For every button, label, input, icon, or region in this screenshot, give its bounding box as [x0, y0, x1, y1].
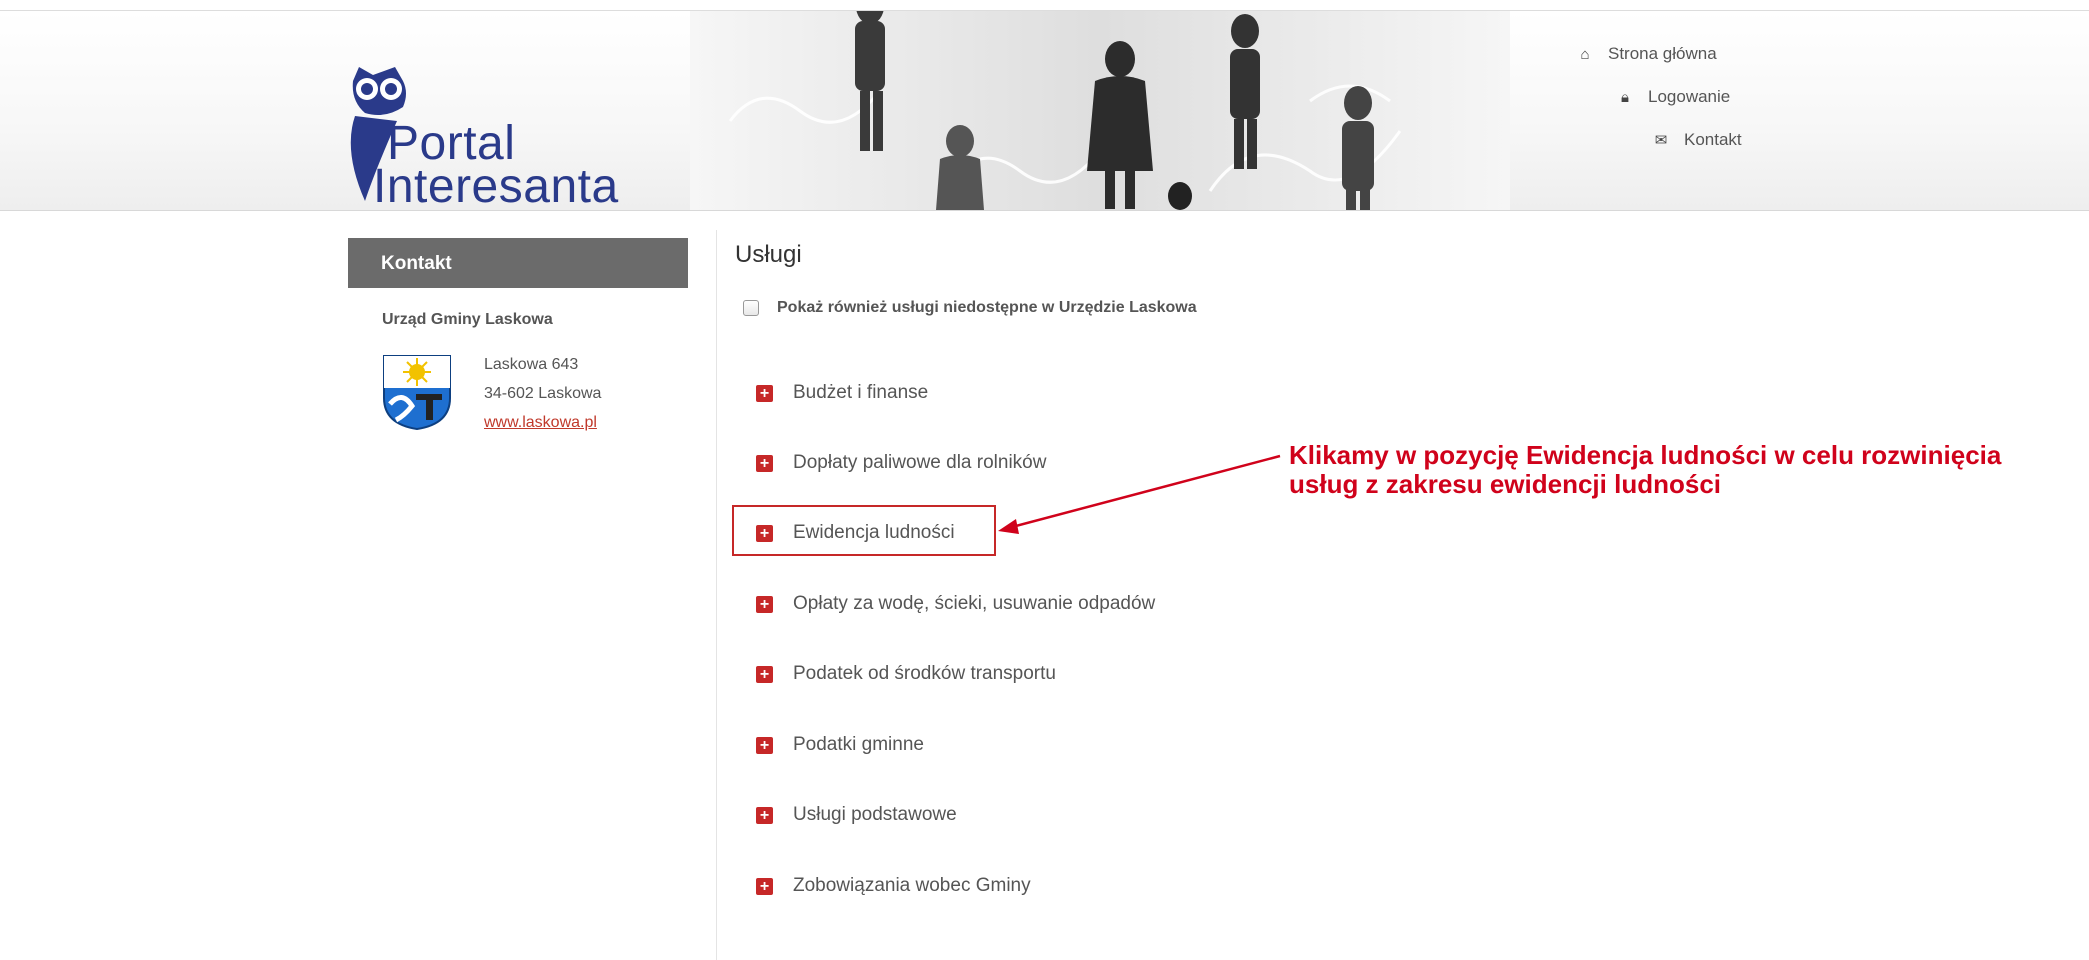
service-label: Podatki gminne	[793, 734, 924, 755]
annotation-line-1: Klikamy w pozycję Ewidencja ludności w c…	[1289, 440, 2002, 470]
nav-contact-label: Kontakt	[1684, 130, 1742, 149]
show-unavailable-row: Pokaż również usługi niedostępne w Urzęd…	[743, 299, 1197, 317]
sidebar-heading-text: Kontakt	[381, 253, 452, 274]
show-unavailable-checkbox[interactable]	[743, 300, 759, 316]
site-header: Portal Interesanta ⌂ Strona główna 🔒︎ Lo…	[0, 11, 2089, 211]
service-podatki-gminne[interactable]: + Podatki gminne	[756, 734, 924, 756]
nav-contact[interactable]: ✉ Kontakt	[1652, 130, 1742, 150]
service-label: Podatek od środków transportu	[793, 663, 1056, 684]
highlight-box	[732, 505, 996, 556]
service-label: Budżet i finanse	[793, 382, 929, 403]
column-divider	[716, 230, 717, 960]
home-icon: ⌂	[1580, 45, 1590, 63]
expand-plus-icon: +	[756, 806, 773, 824]
service-label: Dopłaty paliwowe dla rolników	[793, 452, 1047, 473]
website-link[interactable]: www.laskowa.pl	[484, 414, 597, 432]
service-label: Zobowiązania wobec Gminy	[793, 875, 1031, 896]
expand-plus-icon: +	[756, 665, 773, 683]
office-name: Urząd Gminy Laskowa	[382, 311, 553, 328]
annotation-line-2: usług z zakresu ewidencji ludności	[1289, 469, 1721, 499]
nav-login-label: Logowanie	[1648, 87, 1731, 106]
expand-plus-icon: +	[756, 454, 773, 472]
expand-plus-icon: +	[756, 736, 773, 754]
show-unavailable-label[interactable]: Pokaż również usługi niedostępne w Urzęd…	[777, 299, 1197, 317]
address-line-1: Laskowa 643	[484, 356, 579, 373]
service-zobowiazania[interactable]: + Zobowiązania wobec Gminy	[756, 875, 1031, 897]
sidebar-heading: Kontakt	[348, 238, 688, 288]
banner-image	[690, 11, 1510, 210]
municipality-crest-icon	[383, 355, 451, 430]
lock-icon: 🔒︎	[1621, 88, 1629, 106]
service-budzet[interactable]: + Budżet i finanse	[756, 382, 928, 404]
expand-plus-icon: +	[756, 595, 773, 613]
logo-text-interesanta: Interesanta	[373, 160, 619, 211]
expand-plus-icon: +	[756, 877, 773, 895]
nav-login[interactable]: 🔒︎ Logowanie	[1616, 87, 1730, 107]
envelope-icon: ✉	[1654, 132, 1668, 149]
portal-logo[interactable]: Portal Interesanta	[345, 61, 645, 211]
page-title: Usługi	[735, 241, 802, 268]
nav-home[interactable]: ⌂ Strona główna	[1576, 44, 1717, 64]
service-oplaty[interactable]: + Opłaty za wodę, ścieki, usuwanie odpad…	[756, 593, 1155, 615]
expand-plus-icon: +	[756, 384, 773, 402]
service-uslugi-podstawowe[interactable]: + Usługi podstawowe	[756, 804, 957, 826]
service-label: Usługi podstawowe	[793, 804, 957, 825]
annotation-text: Klikamy w pozycję Ewidencja ludności w c…	[1289, 441, 2001, 499]
service-doplaty[interactable]: + Dopłaty paliwowe dla rolników	[756, 452, 1046, 474]
service-label: Opłaty za wodę, ścieki, usuwanie odpadów	[793, 593, 1156, 614]
top-border	[0, 0, 2089, 11]
service-podatek-transport[interactable]: + Podatek od środków transportu	[756, 663, 1056, 685]
nav-home-label: Strona główna	[1608, 44, 1717, 63]
address-line-2: 34-602 Laskowa	[484, 385, 602, 402]
